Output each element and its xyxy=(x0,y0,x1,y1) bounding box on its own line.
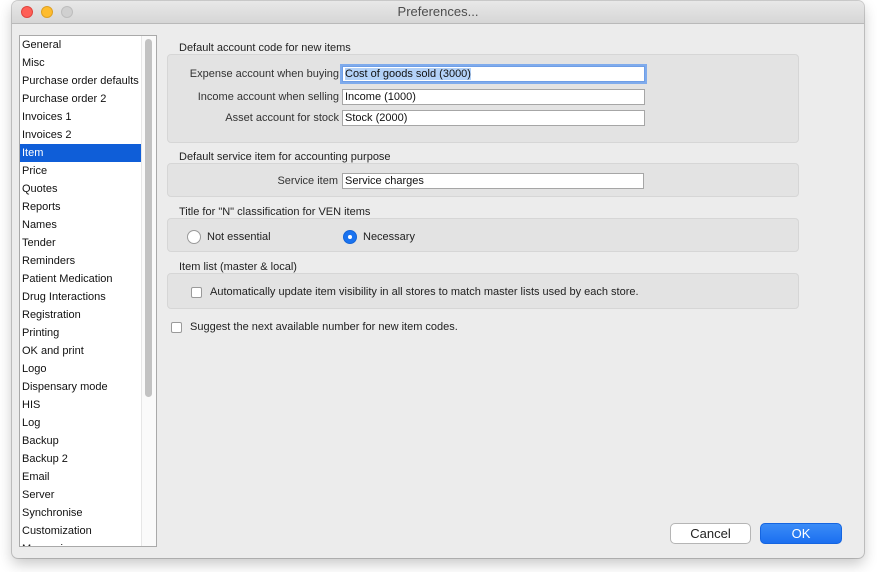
sidebar-item-reports[interactable]: Reports xyxy=(20,198,142,216)
sidebar-item-drug-interactions[interactable]: Drug Interactions xyxy=(20,288,142,306)
window-title: Preferences... xyxy=(397,4,479,19)
item-list-heading: Item list (master & local) xyxy=(179,261,297,273)
sidebar-item-synchronise[interactable]: Synchronise xyxy=(20,504,142,522)
radio-necessary-label: Necessary xyxy=(363,231,415,243)
sidebar-item-reminders[interactable]: Reminders xyxy=(20,252,142,270)
radio-not-essential-label: Not essential xyxy=(207,231,271,243)
income-account-label: Income account when selling xyxy=(197,91,339,103)
suggest-item-code-option[interactable]: Suggest the next available number for ne… xyxy=(171,321,458,333)
preferences-window: Preferences... General Misc Purchase order… xyxy=(12,1,864,558)
service-item-group: Service item Service charges xyxy=(167,163,799,197)
sidebar-item-server[interactable]: Server xyxy=(20,486,142,504)
sidebar-item-printing[interactable]: Printing xyxy=(20,324,142,342)
sidebar-item-dispensary-mode[interactable]: Dispensary mode xyxy=(20,378,142,396)
item-list-group: Automatically update item visibility in … xyxy=(167,273,799,309)
sidebar-item-log[interactable]: Log xyxy=(20,414,142,432)
service-item-field[interactable]: Service charges xyxy=(342,173,644,189)
suggest-item-code-checkbox[interactable] xyxy=(171,321,182,333)
sidebar-item-invoices-1[interactable]: Invoices 1 xyxy=(20,108,142,126)
sidebar-item-email[interactable]: Email xyxy=(20,468,142,486)
sidebar-item-price[interactable]: Price xyxy=(20,162,142,180)
radio-not-essential-button[interactable] xyxy=(187,230,201,244)
ven-group: Not essential Necessary xyxy=(167,218,799,252)
account-code-heading: Default account code for new items xyxy=(179,42,351,54)
auto-update-visibility-checkbox[interactable] xyxy=(191,286,202,298)
sidebar-item-backup-2[interactable]: Backup 2 xyxy=(20,450,142,468)
sidebar-item-tender[interactable]: Tender xyxy=(20,234,142,252)
ok-button[interactable]: OK xyxy=(760,523,842,544)
auto-update-visibility-label: Automatically update item visibility in … xyxy=(210,286,639,298)
sidebar-item-quotes[interactable]: Quotes xyxy=(20,180,142,198)
income-account-field[interactable]: Income (1000) xyxy=(342,89,645,105)
sidebar-item-purchase-order-defaults[interactable]: Purchase order defaults xyxy=(20,72,142,90)
category-scroll-thumb[interactable] xyxy=(145,39,152,397)
expense-account-label: Expense account when buying xyxy=(189,68,339,80)
expense-account-field[interactable]: Cost of goods sold (3000) xyxy=(342,66,645,82)
sidebar-item-general[interactable]: General xyxy=(20,36,142,54)
sidebar-item-misc[interactable]: Misc xyxy=(20,54,142,72)
expense-account-value: Cost of goods sold (3000) xyxy=(345,68,471,80)
sidebar-item-customization[interactable]: Customization xyxy=(20,522,142,540)
zoom-window-icon[interactable] xyxy=(61,6,73,18)
service-item-label: Service item xyxy=(277,175,338,187)
sidebar-item-his[interactable]: HIS xyxy=(20,396,142,414)
category-scrollbar[interactable] xyxy=(141,36,156,546)
sidebar-item-messaging[interactable]: Messaging xyxy=(20,540,142,546)
sidebar-item-ok-and-print[interactable]: OK and print xyxy=(20,342,142,360)
sidebar-item-logo[interactable]: Logo xyxy=(20,360,142,378)
radio-not-essential[interactable]: Not essential xyxy=(187,230,271,244)
service-item-heading: Default service item for accounting purp… xyxy=(179,151,391,163)
asset-account-field[interactable]: Stock (2000) xyxy=(342,110,645,126)
minimize-window-icon[interactable] xyxy=(41,6,53,18)
auto-update-visibility-option[interactable]: Automatically update item visibility in … xyxy=(191,286,639,298)
radio-necessary-button[interactable] xyxy=(343,230,357,244)
sidebar-item-purchase-order-2[interactable]: Purchase order 2 xyxy=(20,90,142,108)
ven-heading: Title for "N" classification for VEN ite… xyxy=(179,206,371,218)
title-bar[interactable]: Preferences... xyxy=(12,1,864,24)
sidebar-item-invoices-2[interactable]: Invoices 2 xyxy=(20,126,142,144)
close-window-icon[interactable] xyxy=(21,6,33,18)
cancel-button[interactable]: Cancel xyxy=(670,523,751,544)
sidebar-item-backup[interactable]: Backup xyxy=(20,432,142,450)
preferences-category-list[interactable]: General Misc Purchase order defaults Purcha… xyxy=(19,35,157,547)
sidebar-item-names[interactable]: Names xyxy=(20,216,142,234)
sidebar-item-registration[interactable]: Registration xyxy=(20,306,142,324)
sidebar-item-patient-medication[interactable]: Patient Medication xyxy=(20,270,142,288)
suggest-item-code-label: Suggest the next available number for ne… xyxy=(190,321,458,333)
category-items: General Misc Purchase order defaults Purcha… xyxy=(20,36,142,546)
account-code-group: Expense account when buying Cost of good… xyxy=(167,54,799,143)
sidebar-item-item[interactable]: Item xyxy=(20,144,142,162)
asset-account-label: Asset account for stock xyxy=(225,112,339,124)
radio-necessary[interactable]: Necessary xyxy=(343,230,415,244)
